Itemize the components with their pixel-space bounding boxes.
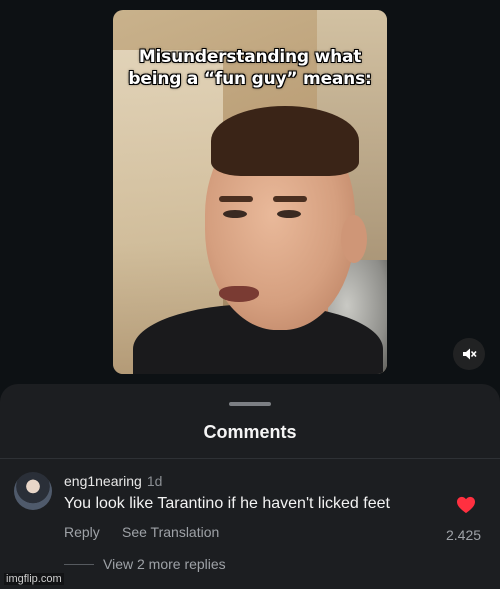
video-person-brow-left <box>219 196 253 202</box>
like-count: 2.425 <box>446 527 482 543</box>
view-more-replies-button[interactable]: View 2 more replies <box>103 556 226 572</box>
comments-divider <box>0 458 500 459</box>
see-translation-button[interactable]: See Translation <box>122 524 219 540</box>
video-person-eye-right <box>277 210 301 218</box>
comment-timestamp: 1d <box>146 473 163 489</box>
replies-line <box>64 564 94 565</box>
speaker-muted-icon <box>463 348 477 360</box>
watermark: imgflip.com <box>4 573 64 585</box>
reply-button[interactable]: Reply <box>64 524 100 540</box>
comment-username[interactable]: eng1nearing <box>64 473 142 489</box>
comment-text: You look like Tarantino if he haven't li… <box>64 495 390 512</box>
video-player[interactable]: Misunderstanding what being a “fun guy” … <box>113 10 387 374</box>
video-caption: Misunderstanding what being a “fun guy” … <box>128 47 372 89</box>
comment-author[interactable]: eng1nearing 1d <box>64 473 162 489</box>
sheet-drag-handle[interactable] <box>229 402 271 406</box>
mute-button[interactable] <box>453 338 485 370</box>
avatar[interactable] <box>14 472 52 510</box>
video-person-brow-right <box>273 196 307 202</box>
video-person-eye-left <box>223 210 247 218</box>
heart-icon[interactable] <box>456 496 476 514</box>
video-person-mouth <box>219 286 259 302</box>
video-person-ear <box>341 215 367 263</box>
comments-title: Comments <box>203 422 297 442</box>
video-person-hair <box>211 106 359 176</box>
